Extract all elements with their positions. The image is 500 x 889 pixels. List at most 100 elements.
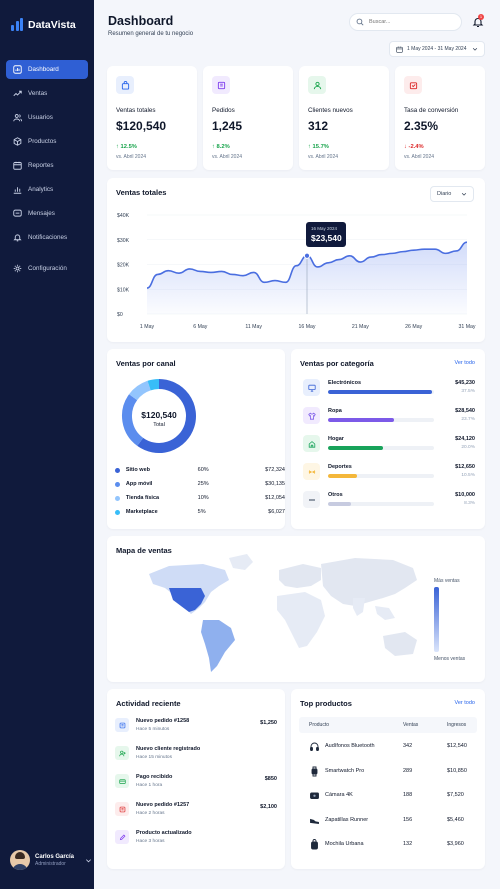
top-products-see-all-link[interactable]: Ver todo [455, 700, 476, 706]
category-icon-wrap [303, 491, 320, 508]
world-map [149, 554, 417, 672]
activity-icon-wrap [115, 830, 129, 844]
activity-icon-wrap [115, 718, 129, 732]
highlight-point[interactable] [303, 252, 311, 259]
product-units: 342 [403, 743, 413, 749]
product-name: Smartwatch Pro [325, 767, 365, 774]
more-icon [308, 498, 315, 501]
logo-icon [11, 18, 24, 31]
category-share: 20.0% [461, 445, 475, 450]
map-greenland [229, 554, 253, 570]
legend-percent: 5% [197, 509, 206, 515]
sidebar-item-analytics[interactable]: Analytics [6, 180, 88, 199]
brand-name: DataVista [28, 18, 76, 31]
headphones-icon [310, 742, 319, 751]
map-usa [169, 588, 205, 612]
sidebar-item-label: Productos [28, 138, 57, 145]
product-revenue: $3,960 [447, 841, 464, 847]
kpi-value: $120,540 [116, 119, 167, 133]
table-row[interactable]: Smartwatch Pro 289 $10,850 [299, 764, 477, 782]
col-sales: Ventas [403, 722, 419, 728]
category-name: Deportes [328, 464, 352, 470]
category-bar [328, 446, 384, 450]
box-icon [13, 137, 22, 146]
activity-icon-wrap [115, 802, 129, 816]
shirt-icon [307, 412, 316, 420]
sidebar-item-label: Reportes [28, 162, 54, 169]
kpi-value: 312 [308, 119, 329, 133]
kpi-icon-wrap [116, 76, 134, 94]
activity-amount: $2,100 [260, 804, 277, 810]
edit-icon [119, 834, 125, 840]
map-legend-high: Más ventas [434, 578, 460, 584]
sidebar-item-ventas[interactable]: Ventas [6, 84, 88, 103]
product-revenue: $5,460 [447, 816, 464, 823]
table-row[interactable]: Audífonos Bluetooth 342 $12,540 [299, 739, 477, 757]
activity-item[interactable]: Nuevo cliente registrado Hace 15 minutos [115, 746, 277, 768]
date-range-picker[interactable]: 1 May 2024 - 31 May 2024 [389, 41, 485, 57]
activity-item[interactable]: Producto actualizado Hace 3 horas [115, 830, 277, 852]
table-row[interactable]: Cámara 4K 188 $7,520 [299, 788, 477, 806]
shoe-icon [310, 818, 319, 824]
category-bar [328, 418, 394, 422]
sidebar-item-configuracion[interactable]: Configuración [6, 259, 88, 278]
x-tick-label: 1 May [140, 324, 155, 330]
chevron-down-icon[interactable] [85, 857, 92, 864]
activity-title: Producto actualizado [136, 830, 192, 836]
kpi-compare: vs. Abril 2024 [404, 154, 435, 160]
bell-icon [13, 234, 22, 242]
sidebar-item-mensajes[interactable]: Mensajes [6, 204, 88, 223]
dumbbell-icon [308, 469, 315, 474]
donut-total-label: Total [153, 422, 165, 428]
user-profile[interactable]: Carlos García Administrador [10, 850, 92, 870]
page-subtitle: Resumen general de tu negocio [108, 31, 194, 37]
activity-title: Nuevo cliente registrado [136, 746, 201, 752]
map-south-america [201, 620, 235, 672]
cart-icon [119, 806, 125, 812]
donut-slice[interactable] [147, 379, 160, 391]
sidebar-item-label: Ventas [28, 90, 48, 97]
category-see-all-link[interactable]: Ver todo [455, 360, 476, 366]
activity-item[interactable]: Nuevo pedido #1257 Hace 2 horas $2,100 [115, 802, 277, 824]
category-bar-track [328, 390, 434, 394]
kpi-card-clientes: Clientes nuevos 312 ↑ 15.7% vs. Abril 20… [299, 66, 389, 170]
activity-item[interactable]: Pago recibido Hace 1 hora $850 [115, 774, 277, 796]
kpi-compare: vs. Abril 2024 [212, 154, 243, 160]
table-row[interactable]: Mochila Urbana 132 $3,960 [299, 837, 477, 855]
category-bar [328, 502, 352, 506]
donut-slice[interactable] [129, 380, 151, 401]
calendar-icon [13, 161, 22, 170]
sidebar-item-productos[interactable]: Productos [6, 132, 88, 151]
kpi-card-conversion: Tasa de conversión 2.35% ↓ -2.4% vs. Abr… [395, 66, 485, 170]
sidebar-item-reportes[interactable]: Reportes [6, 156, 88, 175]
search-box[interactable] [349, 13, 462, 31]
x-tick-label: 31 May [458, 324, 475, 330]
search-input[interactable] [369, 19, 454, 25]
user-plus-icon [118, 750, 126, 756]
category-icon-wrap [303, 463, 320, 480]
category-icon-wrap [303, 407, 320, 424]
category-icon-wrap [303, 435, 320, 452]
kpi-card-pedidos: Pedidos 1,245 ↑ 8.2% vs. Abril 2024 [203, 66, 293, 170]
brand[interactable]: DataVista [11, 18, 76, 31]
channel-legend-row: Marketplace 5% $6,027 [115, 507, 285, 517]
activity-item[interactable]: Nuevo pedido #1258 Hace 5 minutos $1,250 [115, 718, 277, 740]
table-row[interactable]: Zapatillas Runner 156 $5,460 [299, 813, 477, 831]
sidebar-item-usuarios[interactable]: Usuarios [6, 108, 88, 127]
activity-time: Hace 5 minutos [136, 727, 170, 732]
sidebar-item-notificaciones[interactable]: Notificaciones [6, 228, 88, 247]
sidebar-item-label: Mensajes [28, 210, 55, 217]
category-card: Ventas por categoría Ver todo Electrónic… [291, 349, 485, 529]
activity-title: Pago recibido [136, 774, 173, 780]
category-row: Ropa $28,540 23.7% [303, 407, 475, 427]
category-value: $45,230 [455, 380, 475, 386]
chart-tooltip: 16 May 2024 $23,540 [306, 222, 346, 247]
kpi-compare: vs. Abril 2024 [116, 154, 147, 160]
category-title: Ventas por categoría [300, 359, 374, 368]
legend-amount: $72,324 [265, 467, 285, 473]
sidebar-item-dashboard[interactable]: Dashboard [6, 60, 88, 79]
backpack-icon [311, 839, 318, 850]
tooltip-date: 16 May 2024 [311, 226, 338, 231]
date-range-label: 1 May 2024 - 31 May 2024 [407, 46, 467, 52]
category-share: 10.5% [461, 473, 475, 478]
